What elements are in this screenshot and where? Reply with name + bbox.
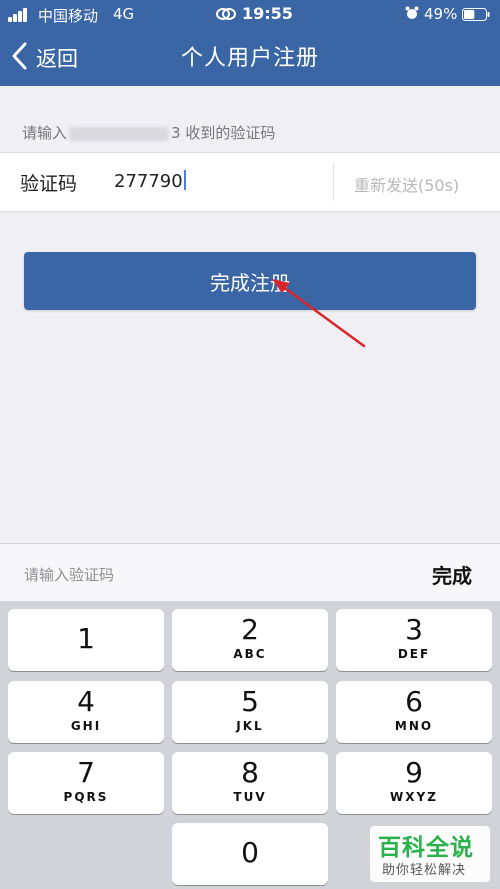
key-letters: ABC <box>233 647 267 661</box>
code-input-value: 277790 <box>114 171 183 192</box>
key-3[interactable]: 3 DEF <box>336 609 492 671</box>
masked-phone-number <box>69 126 170 141</box>
alarm-icon <box>405 6 419 19</box>
key-digit: 7 <box>77 756 95 789</box>
key-digit: 1 <box>77 622 95 655</box>
key-letters: PQRS <box>63 790 109 804</box>
resend-button[interactable]: 重新发送(50s) <box>354 172 459 196</box>
hint-suffix: 3 收到的验证码 <box>171 124 276 142</box>
complete-registration-button[interactable]: 完成注册 <box>24 252 476 310</box>
divider <box>333 163 334 201</box>
signal-icon <box>8 8 32 22</box>
key-digit: 4 <box>77 685 95 718</box>
battery-percent: 49% <box>424 5 458 23</box>
key-digit: 9 <box>405 756 423 789</box>
watermark-title: 百科全说 <box>378 835 474 861</box>
page-title: 个人用户注册 <box>180 46 319 71</box>
key-letters: GHI <box>70 719 102 733</box>
key-letters: MNO <box>394 719 434 733</box>
key-digit: 3 <box>405 613 423 646</box>
watermark-subtitle: 助你轻松解决 <box>382 863 467 878</box>
key-2[interactable]: 2 ABC <box>172 609 328 671</box>
keyboard-placeholder: 请输入验证码 <box>24 566 115 584</box>
key-4[interactable]: 4 GHI <box>8 681 164 743</box>
key-0[interactable]: 0 <box>172 823 328 885</box>
key-5[interactable]: 5 JKL <box>172 681 328 743</box>
key-7[interactable]: 7 PQRS <box>8 752 164 814</box>
battery-icon <box>462 8 490 21</box>
status-bar: 中国移动 4G 19:55 49% <box>0 0 500 28</box>
key-8[interactable]: 8 TUV <box>172 752 328 814</box>
key-digit: 2 <box>241 613 259 646</box>
key-letters: DEF <box>397 647 431 661</box>
watermark-logo: 百科全说 助你轻松解决 <box>370 826 490 882</box>
key-1[interactable]: 1 <box>8 609 164 671</box>
key-digit: 6 <box>405 685 423 718</box>
keyboard-toolbar: 请输入验证码 完成 <box>0 543 500 602</box>
code-input[interactable]: 277790 <box>114 170 186 192</box>
key-9[interactable]: 9 WXYZ <box>336 752 492 814</box>
key-digit: 8 <box>241 756 259 789</box>
key-6[interactable]: 6 MNO <box>336 681 492 743</box>
network-type: 4G <box>113 5 135 23</box>
code-label: 验证码 <box>20 173 78 195</box>
carrier-name: 中国移动 <box>38 7 99 25</box>
key-letters: JKL <box>236 719 264 733</box>
keyboard-done-button[interactable]: 完成 <box>432 560 472 589</box>
clock: 19:55 <box>242 4 293 23</box>
key-letters: TUV <box>233 790 267 804</box>
verification-hint: 请输入 3 收到的验证码 <box>22 122 275 143</box>
key-digit: 5 <box>241 685 259 718</box>
key-letters: WXYZ <box>390 790 438 804</box>
link-icon <box>216 8 236 20</box>
code-row: 验证码 277790 重新发送(50s) <box>0 152 500 212</box>
hint-prefix: 请输入 <box>22 124 68 142</box>
text-cursor <box>183 170 186 190</box>
key-digit: 0 <box>241 836 259 869</box>
